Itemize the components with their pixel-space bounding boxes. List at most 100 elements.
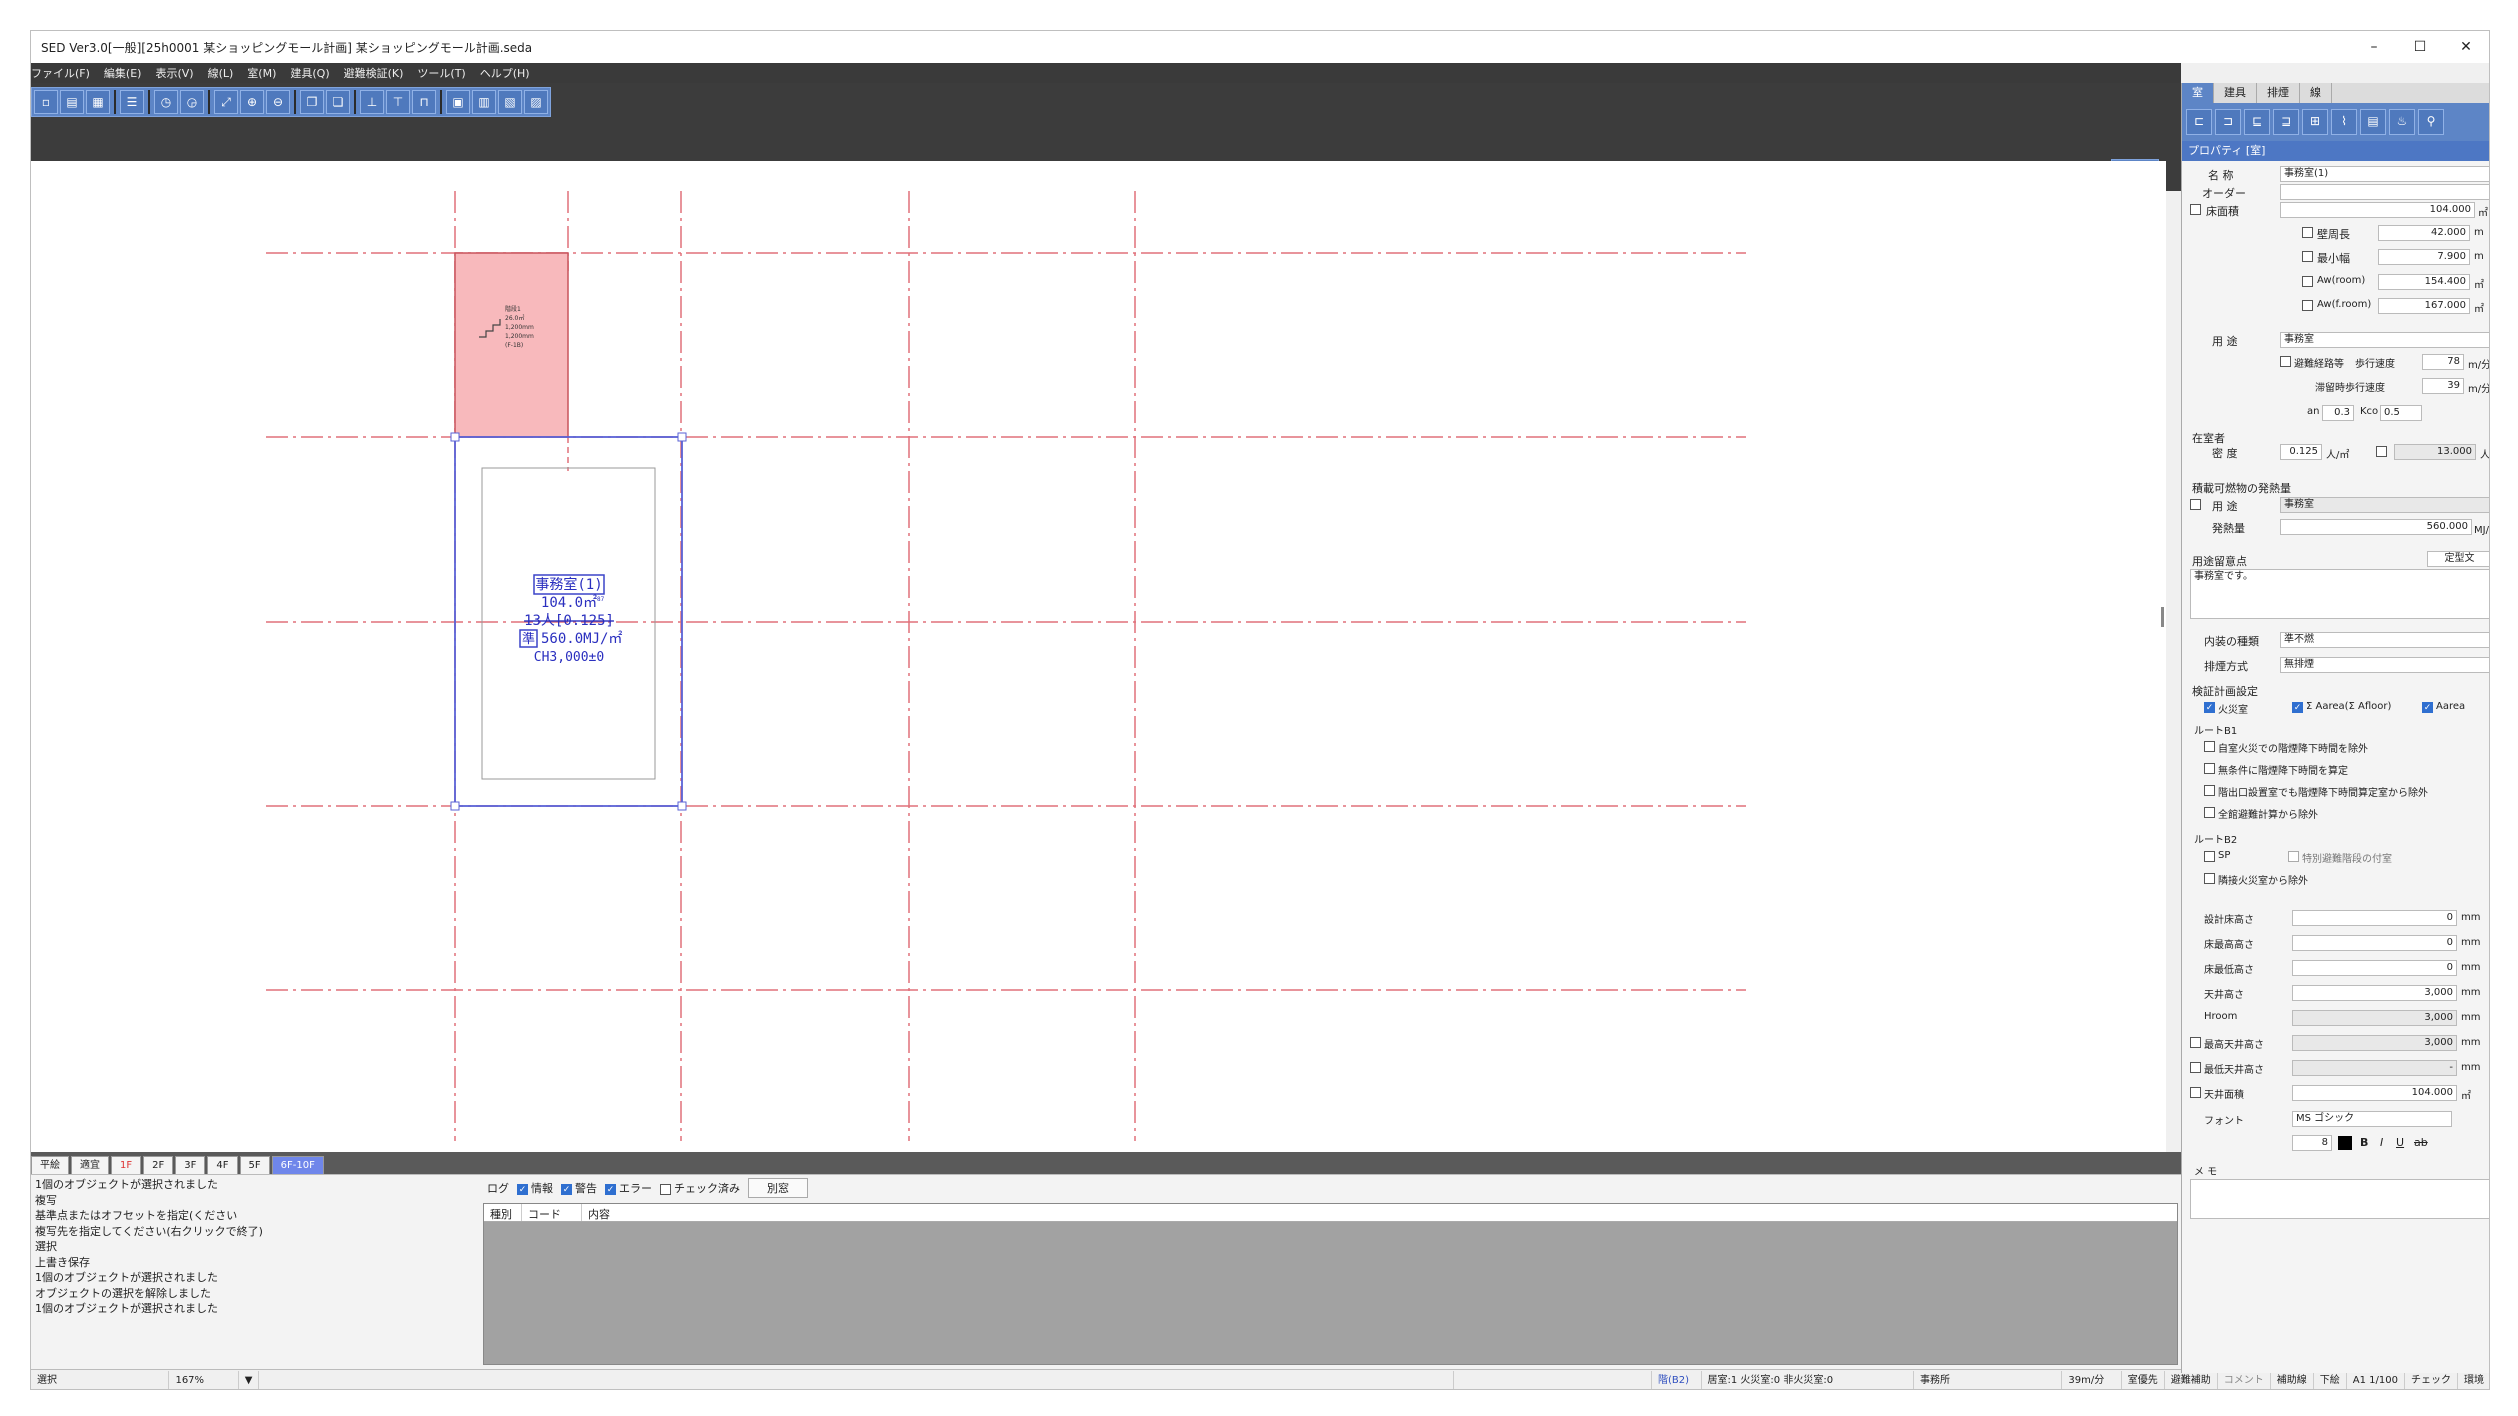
smoke-select[interactable]: 無排煙	[2280, 657, 2489, 673]
save-icon[interactable]: ▦	[86, 90, 110, 114]
col-content[interactable]: 内容	[582, 1204, 2177, 1221]
min-width-checkbox[interactable]	[2302, 251, 2313, 262]
aw-room-checkbox[interactable]	[2302, 276, 2313, 287]
tab-5f[interactable]: 5F	[239, 1156, 270, 1174]
font-size-field[interactable]: 8	[2292, 1135, 2332, 1151]
usage-select[interactable]: 事務室	[2280, 332, 2489, 348]
b2-special-checkbox[interactable]	[2288, 851, 2299, 862]
room-rect-icon[interactable]: ⊒	[2273, 109, 2299, 135]
floor-max-field[interactable]: 0	[2292, 935, 2457, 951]
comb-usage-checkbox[interactable]	[2190, 499, 2201, 510]
room-tool-icon[interactable]: ▣	[446, 90, 470, 114]
b1-opt3-checkbox[interactable]	[2204, 785, 2215, 796]
zoom-fit-icon[interactable]: ⤢	[214, 90, 238, 114]
filter-warning[interactable]: 警告	[561, 1180, 597, 1196]
minimize-button[interactable]: –	[2351, 31, 2397, 63]
room-fire-icon[interactable]: ♨	[2389, 109, 2415, 135]
tab-6f-10f[interactable]: 6F-10F	[271, 1156, 324, 1174]
maximize-button[interactable]: ☐	[2397, 31, 2443, 63]
menu-line[interactable]: 線(L)	[208, 65, 234, 81]
menu-view[interactable]: 表示(V)	[155, 65, 193, 81]
memo-textarea[interactable]	[2190, 1179, 2489, 1219]
status-aux-line[interactable]: 補助線	[2271, 1370, 2314, 1389]
wall-length-field[interactable]: 42.000	[2378, 225, 2470, 241]
room-draw-icon[interactable]: ⊏	[2186, 109, 2212, 135]
interior-select[interactable]: 準不燃	[2280, 632, 2489, 648]
ceil-area-field[interactable]: 104.000	[2292, 1085, 2457, 1101]
history-icon[interactable]: ◷	[154, 90, 178, 114]
checkbox-checked-icon[interactable]	[605, 1183, 616, 1195]
room-list-icon[interactable]: ▤	[2360, 109, 2386, 135]
hroom-field[interactable]: 3,000	[2292, 1010, 2457, 1026]
ceil-min-checkbox[interactable]	[2190, 1062, 2201, 1073]
door-tool-icon[interactable]: ▥	[472, 90, 496, 114]
underline-button[interactable]: U	[2396, 1136, 2404, 1149]
persons-checkbox[interactable]	[2376, 446, 2387, 457]
tab-room[interactable]: 室	[2182, 83, 2214, 103]
tab-misc[interactable]: 適宜	[71, 1156, 109, 1174]
order-field[interactable]	[2280, 184, 2489, 200]
check-tool-icon[interactable]: ▨	[524, 90, 548, 114]
ceiling-field[interactable]: 3,000	[2292, 985, 2457, 1001]
filter-info[interactable]: 情報	[517, 1180, 553, 1196]
aarea-checkbox[interactable]	[2422, 702, 2433, 713]
tab-1f[interactable]: 1F	[111, 1156, 142, 1174]
status-underlay[interactable]: 下絵	[2314, 1370, 2347, 1389]
b2-adjacent-checkbox[interactable]	[2204, 873, 2215, 884]
tab-fitting[interactable]: 建具	[2214, 83, 2257, 103]
room-merge-icon[interactable]: ⊑	[2244, 109, 2270, 135]
col-type[interactable]: 種別	[484, 1204, 522, 1221]
fire-room-checkbox[interactable]	[2204, 702, 2215, 713]
status-evac-assist[interactable]: 避難補助	[2165, 1370, 2218, 1389]
tab-2f[interactable]: 2F	[143, 1156, 174, 1174]
dimension-icon[interactable]: ⊤	[386, 90, 410, 114]
room-split-icon[interactable]: ⊐	[2215, 109, 2241, 135]
floor-area-field[interactable]: 104.000	[2280, 202, 2475, 218]
density-field[interactable]: 0.125	[2280, 444, 2322, 460]
kco-select[interactable]: 0.5	[2380, 405, 2422, 421]
b2-sp-checkbox[interactable]	[2204, 851, 2215, 862]
zoom-in-icon[interactable]: ⊕	[240, 90, 264, 114]
copy-icon[interactable]: ❐	[300, 90, 324, 114]
font-select[interactable]: MS ゴシック	[2292, 1111, 2452, 1127]
checkbox-checked-icon[interactable]	[517, 1183, 528, 1195]
redo-icon[interactable]: ◶	[180, 90, 204, 114]
status-check[interactable]: チェック	[2405, 1370, 2458, 1389]
tab-line[interactable]: 線	[2300, 83, 2332, 103]
tab-smoke[interactable]: 排煙	[2257, 83, 2300, 103]
status-env[interactable]: 環境	[2458, 1371, 2489, 1390]
room-path-icon[interactable]: ⌇	[2331, 109, 2357, 135]
aw-froom-checkbox[interactable]	[2302, 300, 2313, 311]
min-width-field[interactable]: 7.900	[2378, 249, 2470, 265]
ceil-min-field[interactable]: -	[2292, 1060, 2457, 1076]
aw-room-field[interactable]: 154.400	[2378, 274, 2470, 290]
bold-button[interactable]: B	[2360, 1136, 2368, 1149]
heat-field[interactable]: 560.000	[2280, 519, 2472, 535]
evac-route-checkbox[interactable]	[2280, 356, 2291, 367]
stay-speed-field[interactable]: 39	[2422, 378, 2464, 394]
menu-fitting[interactable]: 建具(Q)	[290, 65, 329, 81]
room-person-icon[interactable]: ⚲	[2418, 109, 2444, 135]
ceil-area-checkbox[interactable]	[2190, 1087, 2201, 1098]
filter-error[interactable]: エラー	[605, 1180, 652, 1196]
wall-length-checkbox[interactable]	[2302, 227, 2313, 238]
zoom-dropdown-icon[interactable]: ▼	[239, 1370, 259, 1389]
new-file-icon[interactable]: ▫	[34, 90, 58, 114]
b1-opt4-checkbox[interactable]	[2204, 807, 2215, 818]
drawing-canvas[interactable]: 事務室(1) 104.0㎡ 87 13人[0.125] 準 560.0MJ/㎡ …	[31, 161, 2166, 1161]
floor-min-field[interactable]: 0	[2292, 960, 2457, 976]
ceil-max-checkbox[interactable]	[2190, 1037, 2201, 1048]
menu-evacuation[interactable]: 避難検証(K)	[344, 65, 404, 81]
menu-edit[interactable]: 編集(E)	[104, 65, 142, 81]
list-icon[interactable]: ☰	[120, 90, 144, 114]
menu-help[interactable]: ヘルプ(H)	[480, 65, 530, 81]
checkbox-checked-icon[interactable]	[561, 1183, 572, 1195]
filter-checked[interactable]: チェック済み	[660, 1180, 740, 1196]
strike-button[interactable]: ab	[2414, 1136, 2428, 1149]
measure-icon[interactable]: ⊓	[412, 90, 436, 114]
sigma-area-checkbox[interactable]	[2292, 702, 2303, 713]
an-field[interactable]: 0.3	[2322, 405, 2354, 421]
aw-froom-field[interactable]: 167.000	[2378, 298, 2470, 314]
tab-underlay[interactable]: 平絵	[31, 1156, 69, 1174]
menu-file[interactable]: ファイル(F)	[31, 65, 90, 81]
